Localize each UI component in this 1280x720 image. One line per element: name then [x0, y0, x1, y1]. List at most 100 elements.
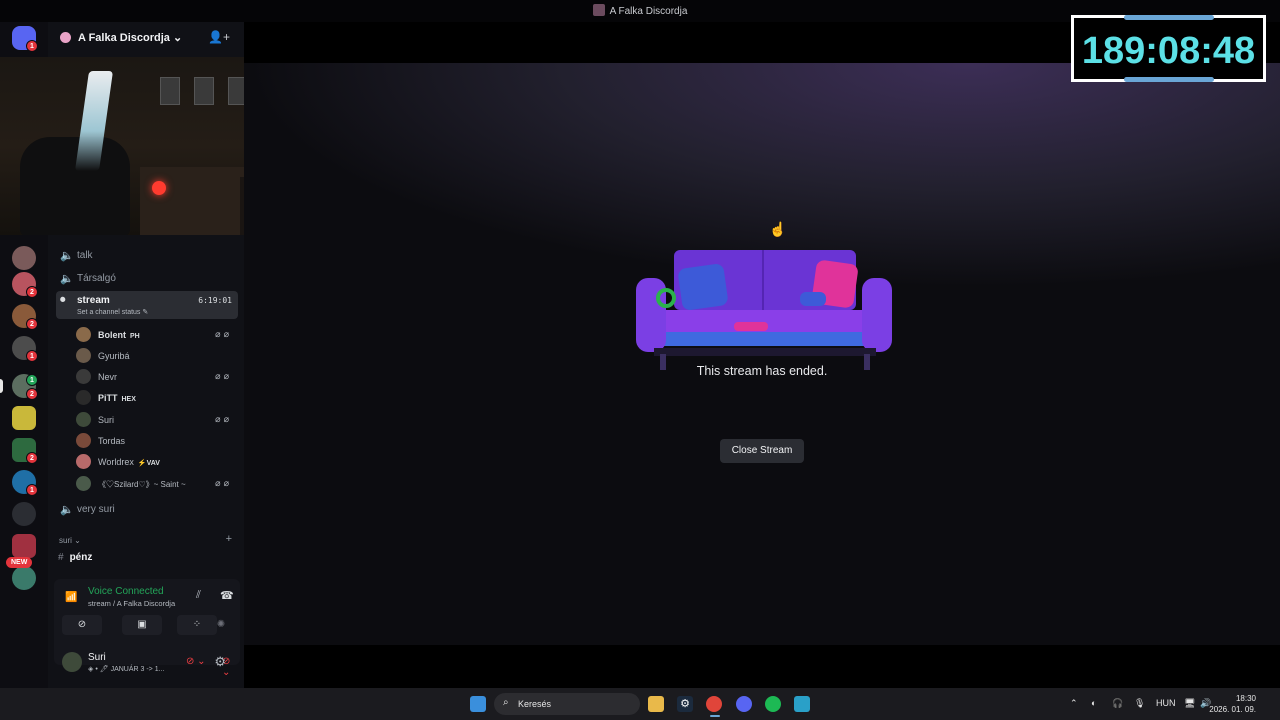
stream-footer — [244, 645, 1280, 688]
server-icon[interactable] — [12, 406, 36, 430]
user-avatar[interactable] — [62, 652, 82, 672]
user-name[interactable]: Suri — [88, 652, 106, 663]
timer-value: 189:08:48 — [1081, 30, 1256, 72]
channel-talk[interactable]: 🔈 talk — [56, 246, 238, 266]
voice-user[interactable]: Suri ⌀⌀ — [76, 409, 238, 429]
couch-arm-right — [862, 278, 892, 352]
voice-user[interactable]: Nevr ⌀⌀ — [76, 366, 238, 386]
rail-badge: 2 — [26, 452, 38, 464]
activities-button[interactable]: ⁘ — [177, 615, 217, 635]
server-icon[interactable] — [12, 534, 36, 558]
server-header[interactable]: A Falka Discordja ⌄ 👤+ — [48, 22, 244, 54]
avatar — [76, 454, 91, 469]
avatar — [76, 476, 91, 491]
voice-user-name: Gyuribá — [98, 351, 130, 361]
spotify-icon[interactable] — [765, 696, 781, 712]
server-icon[interactable] — [12, 246, 36, 270]
hash-icon: # — [58, 552, 64, 563]
timer-bar-bottom — [1124, 77, 1214, 82]
channel-stream-active[interactable]: ⏺ stream Set a channel status ✎ 6:19:01 — [56, 291, 238, 319]
server-icon[interactable] — [12, 566, 36, 590]
add-channel-icon[interactable]: + — [226, 533, 232, 545]
couch-seat-front — [656, 332, 876, 346]
voice-user[interactable]: 《♡Szilard♡》~ Saint ~ ⌀⌀ — [76, 473, 238, 493]
main-content: This stream has ended. Close Stream ☝ — [244, 22, 1280, 688]
category-label[interactable]: suri ⌄ — [59, 536, 81, 545]
voice-user[interactable]: Worldrex ⚡VAV — [76, 451, 238, 471]
voice-user[interactable]: PiTT HEX — [76, 387, 238, 407]
avatar — [76, 433, 91, 448]
invite-people-icon[interactable]: 👤+ — [208, 30, 230, 44]
voice-status[interactable]: Voice Connected — [88, 586, 164, 597]
voice-user-name: Suri — [98, 415, 115, 425]
screen-share-icon: ▣ — [137, 619, 147, 630]
activities-icon: ⁘ — [192, 619, 202, 630]
voice-user-name: Nevr — [98, 372, 118, 382]
windows-taskbar: ⌕ Keresés ⚙ ⌃ ◐ 🎧 🎙 HUN 🖥 🔊 18:30 2026. … — [0, 688, 1280, 720]
disconnect-icon[interactable]: ☎ — [220, 589, 234, 602]
channel-very-suri[interactable]: 🔈 very suri — [56, 500, 238, 520]
search-icon: ⌕ — [503, 697, 509, 708]
game-controller — [800, 292, 826, 306]
channel-status-link[interactable]: Set a channel status ✎ — [77, 308, 148, 316]
avatar — [76, 412, 91, 427]
app-icon — [592, 4, 605, 16]
webcam-red-light — [152, 181, 166, 195]
voice-user-name: PiTT HEX — [98, 393, 136, 403]
deafened-icon: ⌀⌀ — [215, 478, 232, 488]
tray-chevron-icon[interactable]: ⌃ — [1070, 698, 1078, 709]
deafened-icon: ⌀⌀ — [215, 414, 232, 424]
user-panel: Suri ◈ • 🖊 JANUÁR 3 -> 1... ⊘ ⌄ ⊘ ⌄ ⚙ — [54, 644, 240, 684]
file-explorer-icon[interactable] — [648, 696, 664, 712]
voice-user[interactable]: Gyuribá — [76, 345, 238, 365]
webcam-chair — [20, 137, 130, 235]
couch-illustration — [636, 250, 892, 370]
chevron-down-icon: ⌄ — [74, 536, 81, 545]
steam-icon[interactable]: ⚙ — [677, 696, 693, 712]
channel-penz[interactable]: # pénz — [58, 552, 92, 563]
channel-tarsalgo[interactable]: 🔈 Társalgó — [56, 269, 238, 289]
gear-icon[interactable]: ⚙ — [214, 654, 226, 670]
webcam-poster — [194, 77, 214, 105]
network-icon[interactable]: 🖥 — [1184, 698, 1195, 709]
server-icon[interactable] — [12, 502, 36, 526]
voice-user-name: Worldrex ⚡VAV — [98, 457, 160, 467]
chevron-down-icon: ⌄ — [172, 32, 183, 44]
taskbar-clock[interactable]: 18:30 2026. 01. 09. — [1209, 693, 1256, 715]
status-icon: ◈ • 🖊 — [88, 666, 111, 673]
close-stream-button[interactable]: Close Stream — [720, 439, 804, 463]
rail-badge: 2 — [26, 318, 38, 330]
voice-location[interactable]: stream / A Falka Discordja — [88, 599, 175, 608]
speaker-icon: 🔈 — [60, 250, 74, 262]
voice-user[interactable]: Tordas — [76, 430, 238, 450]
avatar — [76, 327, 91, 342]
tray-app-icon[interactable]: ◐ — [1091, 698, 1096, 708]
couch-back-panel — [762, 250, 764, 310]
language-indicator[interactable]: HUN — [1156, 698, 1176, 708]
taskbar-search[interactable]: ⌕ Keresés — [494, 693, 640, 715]
server-name[interactable]: A Falka Discordja ⌄ — [78, 31, 182, 44]
signal-icon[interactable]: 📶 — [65, 592, 77, 603]
camera-off-button[interactable]: ⊘ — [62, 615, 102, 635]
notepad-icon[interactable] — [794, 696, 810, 712]
voice-user[interactable]: Bolent PH ⌀⌀ — [76, 324, 238, 344]
timer-bar-top — [1124, 15, 1214, 20]
chrome-icon[interactable] — [706, 696, 722, 712]
speaker-icon: 🔈 — [60, 504, 74, 516]
soundboard-icon: ✺ — [216, 619, 226, 630]
windows-start-icon[interactable] — [470, 696, 486, 712]
noise-suppression-icon[interactable]: ⫽ — [196, 589, 201, 602]
active-app-indicator — [710, 715, 720, 717]
headphones-icon[interactable]: 🎧 — [1112, 698, 1123, 709]
user-status: ◈ • 🖊 JANUÁR 3 -> 1... — [88, 666, 165, 673]
discord-icon[interactable] — [736, 696, 752, 712]
hand-cursor-icon: ☝ — [769, 221, 787, 237]
overlay-timer: 189:08:48 — [1071, 15, 1266, 82]
screen-share-button[interactable]: ▣ — [122, 615, 162, 635]
microphone-icon[interactable]: 🎙 — [1134, 698, 1145, 709]
channel-timer: 6:19:01 — [198, 296, 232, 305]
mic-muted-icon[interactable]: ⊘ ⌄ — [186, 656, 206, 667]
webcam-poster — [160, 77, 180, 105]
stream-ended-message: This stream has ended. — [696, 364, 828, 378]
couch-base — [654, 348, 876, 356]
